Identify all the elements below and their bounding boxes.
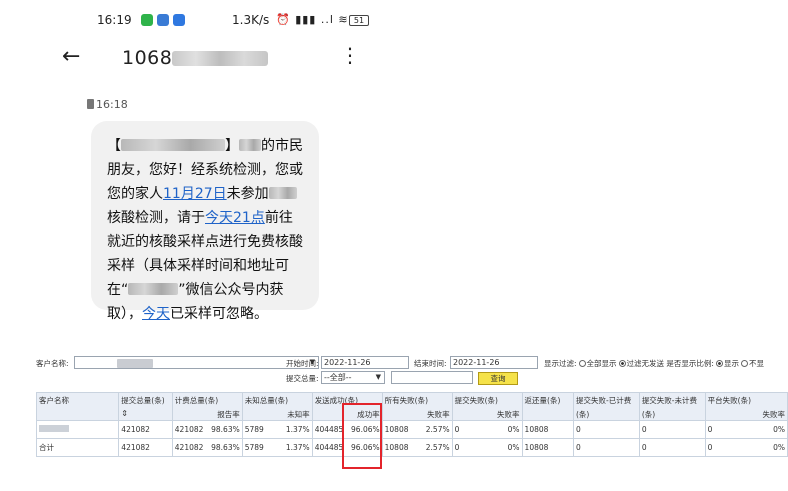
customer-select[interactable]: ▼ bbox=[74, 356, 319, 369]
radio-show-all[interactable] bbox=[578, 360, 586, 367]
table-header-row: 客户名称 提交总量(条) ⇕ 计费总量(条) 报告率 未知总量(条) 未知率 发送成功… bbox=[35, 392, 788, 421]
col-header[interactable]: 提交失败-已计费 (条) bbox=[572, 392, 640, 421]
app-notification-icon bbox=[173, 14, 185, 26]
cell: 0 0% bbox=[451, 420, 523, 439]
redacted-text bbox=[121, 139, 225, 151]
statistics-table: 客户名称 提交总量(条) ⇕ 计费总量(条) 报告率 未知总量(条) 未知率 发送成功… bbox=[35, 392, 788, 457]
status-time: 16:19 bbox=[97, 13, 132, 27]
display-filter-group: 显示过滤: 全部显示 过滤无发送 是否显示比例: 显示 不显 bbox=[544, 358, 764, 369]
message-time-text: 16:18 bbox=[96, 98, 128, 111]
radio-ratio-hide[interactable] bbox=[740, 360, 748, 367]
conversation-title: 1068 bbox=[122, 47, 269, 69]
report-filter-bar-2: 提交总量: --全部-- ▼ 查询 bbox=[36, 371, 788, 385]
submit-total-select[interactable]: --全部-- ▼ bbox=[321, 371, 385, 384]
msg-text: 已采样可忽略。 bbox=[170, 306, 268, 322]
redacted-text bbox=[128, 283, 179, 295]
date-link[interactable]: 11月27日 bbox=[163, 186, 227, 202]
col-header[interactable]: 发送成功(条) 成功率 bbox=[311, 392, 383, 421]
col-header[interactable]: 提交失败(条) 失败率 bbox=[451, 392, 523, 421]
col-header[interactable]: 计费总量(条) 报告率 bbox=[171, 392, 243, 421]
status-bar: 16:19 1.3K/s ⏰ ▮▮▮ ..l ≋ 51 bbox=[97, 11, 387, 31]
radio-filter-unsent-label: 过滤无发送 bbox=[626, 359, 665, 368]
cell: 404485 96.06% bbox=[311, 420, 383, 439]
back-arrow-icon[interactable]: ← bbox=[62, 44, 80, 69]
cell: 0 0% bbox=[704, 438, 788, 457]
col-header[interactable]: 提交失败-未计费 (条) bbox=[638, 392, 706, 421]
message-timestamp: 16:18 bbox=[87, 98, 128, 111]
radio-ratio-show[interactable] bbox=[715, 360, 723, 367]
radio-ratio-hide-label: 不显 bbox=[748, 359, 764, 368]
cell: 421082 98.63% bbox=[171, 420, 243, 439]
msg-text: 】 bbox=[225, 138, 239, 154]
sender-number-prefix: 1068 bbox=[122, 47, 173, 69]
show-ratio-label: 是否显示比例: bbox=[666, 359, 714, 368]
col-header[interactable]: 提交总量(条) ⇕ bbox=[118, 392, 173, 421]
end-time-input[interactable]: 2022-11-26 bbox=[450, 356, 538, 369]
cell: 0 0% bbox=[704, 420, 788, 439]
msg-text: 未参加 bbox=[226, 186, 269, 202]
col-header[interactable]: 返还量(条) bbox=[521, 392, 574, 421]
cell: 0 bbox=[572, 438, 640, 457]
more-options-icon[interactable]: ⋮ bbox=[340, 45, 360, 65]
col-header[interactable]: 平台失败(条) 失败率 bbox=[704, 392, 788, 421]
cell: 0 bbox=[572, 420, 640, 439]
network-speed: 1.3K/s bbox=[232, 13, 270, 27]
query-button[interactable]: 查询 bbox=[478, 372, 518, 385]
battery-icon: 51 bbox=[349, 15, 369, 26]
dropdown-arrow-icon: ▼ bbox=[375, 373, 381, 381]
customer-redacted bbox=[39, 425, 69, 432]
today-link[interactable]: 今天 bbox=[142, 306, 170, 322]
cell: 10808 bbox=[521, 420, 574, 439]
table-row: 421082 421082 98.63% 5789 1.37% 404485 96.0… bbox=[35, 420, 788, 439]
col-header[interactable]: 未知总量(条) 未知率 bbox=[241, 392, 313, 421]
cell: 10808 bbox=[521, 438, 574, 457]
cell: 0 bbox=[638, 420, 706, 439]
cell: 421082 bbox=[118, 438, 173, 457]
signal-wifi-icon: ⏰ ▮▮▮ ..l ≋ bbox=[276, 13, 349, 26]
redacted-text bbox=[268, 187, 297, 199]
cell: 0 0% bbox=[451, 438, 523, 457]
cell: 5789 1.37% bbox=[241, 420, 313, 439]
sim-card-icon bbox=[87, 99, 94, 109]
msg-text: 核酸检测，请于 bbox=[107, 210, 205, 226]
radio-show-all-label: 全部显示 bbox=[586, 359, 617, 368]
cell: 421082 bbox=[118, 420, 173, 439]
col-header[interactable]: 客户名称 bbox=[35, 392, 120, 421]
submit-total-value: --全部-- bbox=[324, 373, 352, 382]
cell: 0 bbox=[638, 438, 706, 457]
end-time-label: 结束时间: bbox=[414, 359, 447, 368]
radio-ratio-show-label: 显示 bbox=[723, 359, 739, 368]
msg-text: 【 bbox=[107, 138, 121, 154]
time-link[interactable]: 今天21点 bbox=[205, 210, 265, 226]
cell: 5789 1.37% bbox=[241, 438, 313, 457]
start-time-label: 开始时间: bbox=[286, 359, 319, 368]
customer-label: 客户名称: bbox=[36, 359, 69, 368]
submit-total-input[interactable] bbox=[391, 371, 473, 384]
col-header[interactable]: 所有失败(条) 失败率 bbox=[381, 392, 453, 421]
customer-name-cell bbox=[35, 420, 120, 439]
sms-message-bubble[interactable]: 【】的市民朋友，您好！经系统检测，您或您的家人11月27日未参加核酸检测，请于今… bbox=[91, 121, 319, 322]
radio-filter-unsent[interactable] bbox=[618, 360, 626, 367]
display-filter-label: 显示过滤: bbox=[544, 359, 577, 368]
app-notification-icon bbox=[157, 14, 169, 26]
sender-number-redacted bbox=[172, 51, 269, 66]
cell: 404485 96.06% bbox=[311, 438, 383, 457]
cell: 421082 98.63% bbox=[171, 438, 243, 457]
sort-icon[interactable]: ⇕ bbox=[121, 409, 169, 418]
wechat-notification-icon bbox=[141, 14, 153, 26]
submit-total-label: 提交总量: bbox=[286, 374, 319, 383]
table-row-total: 合计 421082 421082 98.63% 5789 1.37% 404485 9… bbox=[35, 438, 788, 457]
report-filter-bar: 客户名称: ▼ 开始时间: 2022-11-26 结束时间: 2022-11-2… bbox=[36, 356, 788, 370]
redacted-text bbox=[239, 139, 261, 151]
start-time-input[interactable]: 2022-11-26 bbox=[321, 356, 409, 369]
cell: 10808 2.57% bbox=[381, 420, 453, 439]
customer-name-cell: 合计 bbox=[35, 438, 120, 457]
cell: 10808 2.57% bbox=[381, 438, 453, 457]
customer-redacted bbox=[117, 359, 153, 368]
